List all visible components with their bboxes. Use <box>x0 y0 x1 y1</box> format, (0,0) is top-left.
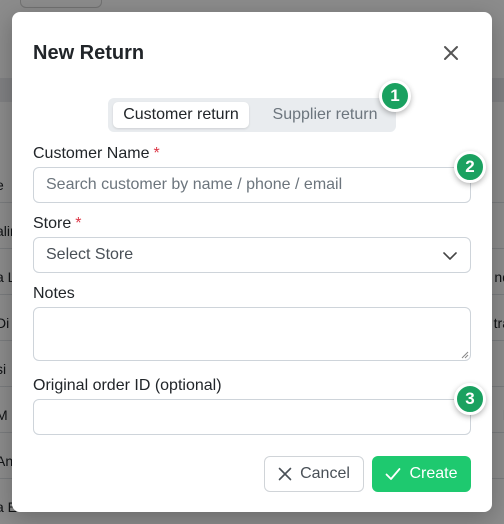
new-return-modal: New Return Customer return Supplier retu… <box>12 12 492 512</box>
step-marker-3: 3 <box>454 383 486 415</box>
create-label: Create <box>409 465 458 482</box>
required-mark: * <box>75 215 82 232</box>
customer-search-input[interactable] <box>33 167 471 203</box>
return-type-toggle: Customer return Supplier return <box>108 98 396 132</box>
step-marker-1: 1 <box>379 80 411 112</box>
close-icon <box>278 467 292 481</box>
step-marker-2: 2 <box>454 151 486 183</box>
store-label: Store * <box>33 215 82 232</box>
store-select[interactable]: Select Store <box>33 237 471 273</box>
original-order-label: Original order ID (optional) <box>33 377 222 394</box>
cancel-button[interactable]: Cancel <box>264 456 364 492</box>
required-mark: * <box>153 145 160 162</box>
chevron-down-icon <box>443 252 457 260</box>
modal-title: New Return <box>33 42 145 64</box>
close-button[interactable] <box>436 40 466 66</box>
check-icon <box>386 468 401 480</box>
tab-supplier-return[interactable]: Supplier return <box>260 102 390 128</box>
customer-name-label: Customer Name * <box>33 145 160 162</box>
create-button[interactable]: Create <box>372 456 471 492</box>
store-select-value: Select Store <box>46 246 134 263</box>
cancel-label: Cancel <box>300 465 350 482</box>
tab-customer-return[interactable]: Customer return <box>113 102 249 128</box>
notes-textarea[interactable] <box>33 307 471 361</box>
close-icon <box>444 46 458 60</box>
notes-label: Notes <box>33 285 75 302</box>
original-order-input[interactable] <box>33 399 471 435</box>
notes-wrapper <box>33 307 471 361</box>
resize-grip-icon[interactable] <box>459 349 469 359</box>
